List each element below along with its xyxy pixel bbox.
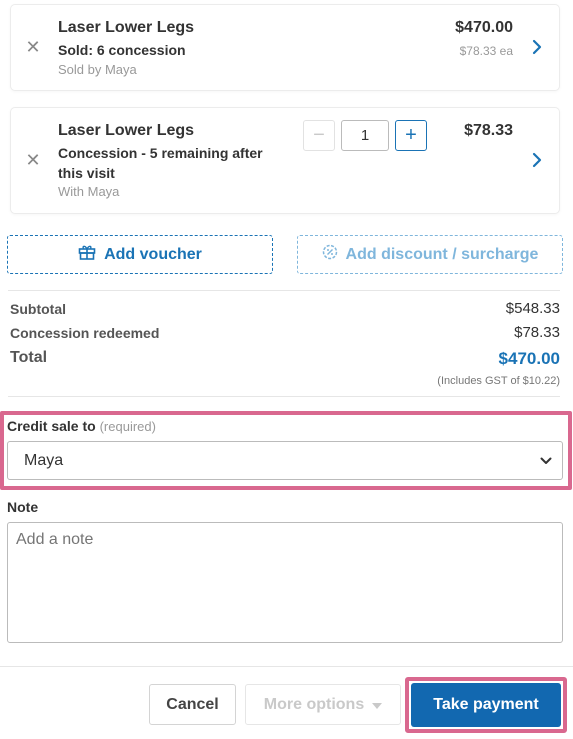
- total-value: $470.00: [498, 349, 560, 368]
- credit-sale-select[interactable]: Maya: [7, 441, 563, 480]
- decrease-quantity-button[interactable]: −: [303, 120, 335, 151]
- more-options-label: More options: [263, 695, 365, 713]
- item-unit-price: $78.33 ea: [459, 44, 513, 58]
- item-price: $78.33: [464, 122, 513, 139]
- credit-sale-label-text: Credit sale to: [7, 418, 96, 434]
- gift-icon: [78, 244, 96, 265]
- add-voucher-button[interactable]: Add voucher: [7, 235, 273, 274]
- chevron-down-icon: [540, 452, 552, 470]
- chevron-right-icon[interactable]: [531, 38, 543, 56]
- add-discount-label: Add discount / surcharge: [345, 245, 539, 263]
- item-staff: With Maya: [58, 184, 120, 199]
- item-price: $470.00: [455, 19, 513, 36]
- subtotal-label: Subtotal: [10, 301, 66, 317]
- gst-note: (Includes GST of $10.22): [437, 375, 560, 387]
- caret-down-icon: [372, 696, 383, 714]
- note-label: Note: [7, 499, 39, 515]
- item-title: Laser Lower Legs: [58, 122, 195, 139]
- increase-quantity-button[interactable]: +: [395, 120, 427, 151]
- required-hint: (required): [99, 419, 156, 434]
- concession-value: $78.33: [514, 324, 560, 341]
- add-voucher-label: Add voucher: [104, 245, 202, 263]
- item-title: Laser Lower Legs: [58, 19, 195, 36]
- chevron-right-icon[interactable]: [531, 151, 543, 169]
- concession-label: Concession redeemed: [10, 325, 160, 341]
- divider: [8, 396, 560, 397]
- add-discount-button[interactable]: Add discount / surcharge: [297, 235, 563, 274]
- line-item-card[interactable]: ✕ Laser Lower Legs Concession - 5 remain…: [11, 108, 559, 213]
- total-label: Total: [10, 349, 48, 366]
- item-subtitle-cont: this visit: [58, 165, 115, 181]
- close-icon[interactable]: ✕: [25, 38, 41, 56]
- divider: [8, 290, 560, 291]
- footer-divider: [0, 666, 573, 667]
- subtotal-value: $548.33: [505, 300, 560, 317]
- credit-sale-label: Credit sale to (required): [7, 418, 156, 434]
- take-payment-button[interactable]: Take payment: [411, 683, 561, 727]
- line-item-card[interactable]: ✕ Laser Lower Legs Sold: 6 concession So…: [11, 5, 559, 90]
- credit-sale-selected: Maya: [24, 451, 64, 469]
- item-subtitle: Concession - 5 remaining after: [58, 145, 263, 161]
- item-staff: Sold by Maya: [58, 62, 137, 77]
- item-subtitle: Sold: 6 concession: [58, 42, 186, 58]
- quantity-input[interactable]: 1: [341, 120, 389, 151]
- cancel-button[interactable]: Cancel: [149, 684, 236, 725]
- note-input[interactable]: [7, 522, 563, 643]
- close-icon[interactable]: ✕: [25, 151, 41, 169]
- minus-icon: −: [313, 124, 325, 146]
- plus-icon: +: [405, 124, 417, 146]
- more-options-button[interactable]: More options: [245, 684, 401, 725]
- discount-icon: [322, 244, 338, 265]
